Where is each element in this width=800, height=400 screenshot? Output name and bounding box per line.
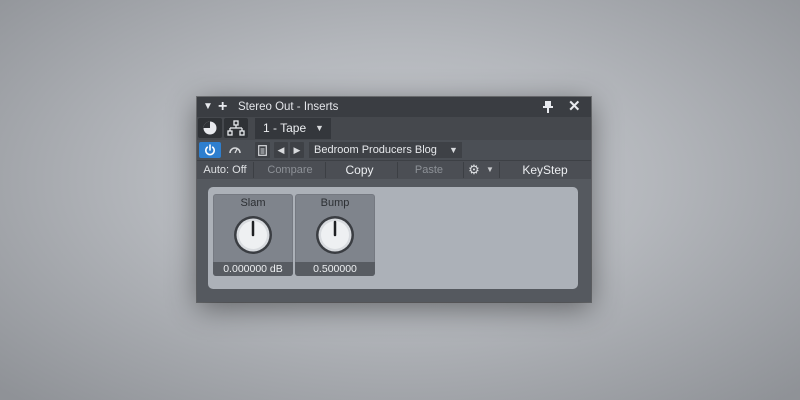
inserts-window: ▼ + Stereo Out - Inserts ✕ 1 - Tape ▼ ◀ … (197, 97, 591, 302)
bump-knob[interactable] (314, 214, 356, 256)
bypass-arc-button[interactable] (224, 142, 246, 158)
plugin-name-label: Bedroom Producers Blog (314, 144, 437, 156)
plugin-control-row: ◀ ▶ Bedroom Producers Blog ▼ (197, 140, 591, 160)
slam-knob[interactable] (232, 214, 274, 256)
divider (325, 162, 326, 178)
gear-icon: ⚙ (468, 162, 480, 177)
document-icon (258, 144, 267, 156)
routing-icon[interactable] (224, 118, 248, 138)
copy-button[interactable]: Copy (327, 161, 392, 179)
paste-button[interactable]: Paste (399, 161, 459, 179)
insert-selector-row: 1 - Tape ▼ (197, 117, 591, 140)
chevron-down-icon: ▼ (315, 123, 324, 133)
arc-icon (229, 147, 241, 154)
divider (499, 162, 500, 178)
insert-mix-icon[interactable] (198, 118, 222, 138)
prev-preset-button[interactable]: ◀ (274, 142, 288, 158)
preset-label: 1 - Tape (263, 121, 307, 135)
divider (253, 162, 254, 178)
divider (397, 162, 398, 178)
knob-value-readout[interactable]: 0.000000 dB (213, 262, 293, 276)
knob-label: Slam (240, 197, 266, 209)
settings-dropdown-caret[interactable]: ▼ (484, 161, 496, 179)
keystep-button[interactable]: KeyStep (502, 161, 588, 179)
triangle-right-icon: ▶ (293, 144, 301, 155)
close-icon[interactable]: ✕ (568, 97, 581, 117)
window-title: Stereo Out - Inserts (238, 101, 339, 113)
plugin-panel: Slam 0.000000 dB Bump 0.500000 (208, 187, 578, 289)
automation-toggle[interactable]: Auto: Off (200, 161, 250, 179)
power-icon (205, 144, 215, 156)
plugin-name-dropdown[interactable]: Bedroom Producers Blog ▼ (309, 142, 462, 158)
chevron-down-icon: ▼ (449, 145, 458, 155)
knob-module-bump: Bump 0.500000 (295, 194, 375, 276)
next-preset-button[interactable]: ▶ (290, 142, 304, 158)
pin-icon[interactable] (543, 97, 553, 117)
divider (463, 162, 464, 178)
knob-label: Bump (320, 197, 350, 209)
settings-button[interactable]: ⚙ (465, 161, 483, 179)
triangle-left-icon: ◀ (277, 144, 285, 155)
menu-triangle-icon[interactable]: ▼ (203, 97, 213, 117)
action-row: Auto: Off Compare Copy Paste ⚙ ▼ KeyStep (197, 160, 591, 179)
preset-file-button[interactable] (255, 142, 270, 158)
power-button[interactable] (199, 142, 221, 158)
knob-module-slam: Slam 0.000000 dB (213, 194, 293, 276)
compare-button[interactable]: Compare (257, 161, 323, 179)
add-plus-icon[interactable]: + (218, 97, 227, 117)
knob-value-readout[interactable]: 0.500000 (295, 262, 375, 276)
insert-preset-dropdown[interactable]: 1 - Tape ▼ (255, 118, 331, 139)
title-bar: ▼ + Stereo Out - Inserts ✕ (197, 97, 591, 117)
